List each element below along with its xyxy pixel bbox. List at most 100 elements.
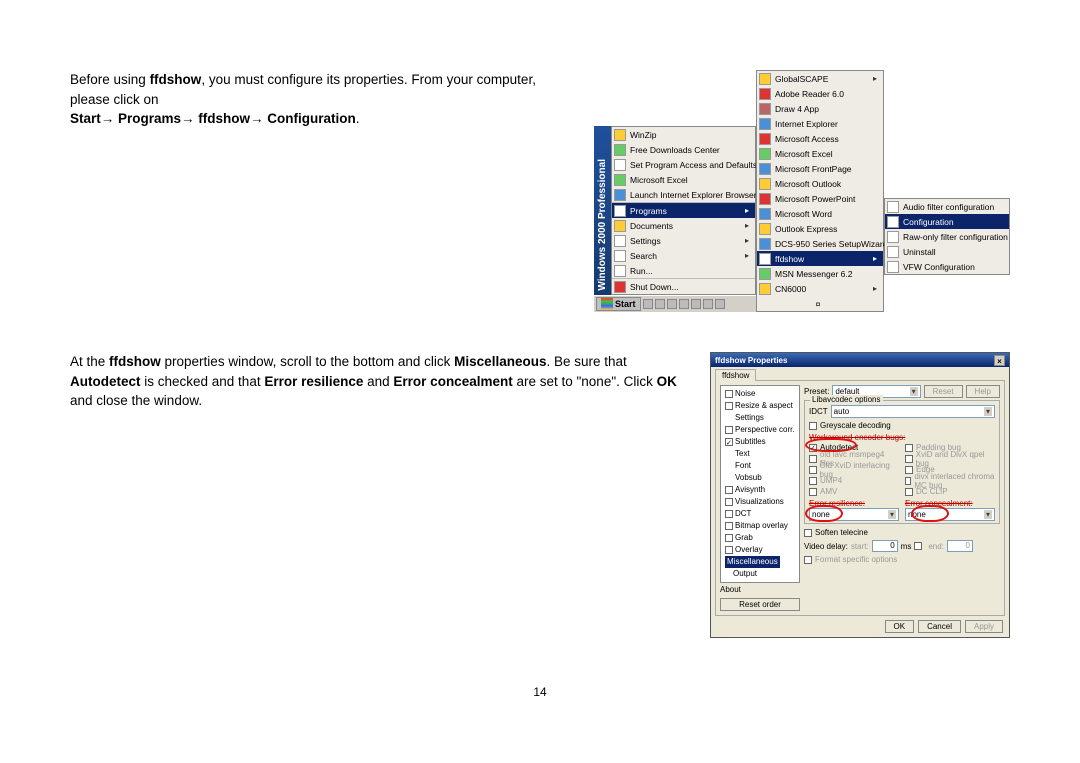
- app-icon: [759, 268, 771, 280]
- app-icon: [887, 216, 899, 228]
- checkbox-icon[interactable]: [725, 498, 733, 506]
- video-delay-label: Video delay:: [804, 542, 848, 551]
- menu-item-ffdshow[interactable]: ffdshow: [757, 251, 883, 266]
- workaround-label: Workaround encoder bugs:: [809, 433, 995, 442]
- checkbox-icon[interactable]: [725, 402, 733, 410]
- checkbox-icon[interactable]: [725, 486, 733, 494]
- check[interactable]: Old XviD interlacing bug: [809, 464, 899, 475]
- err-res-combo[interactable]: none: [809, 508, 899, 521]
- text-bold: Error resilience: [264, 374, 363, 389]
- end-check[interactable]: [914, 542, 922, 550]
- app-icon: [759, 88, 771, 100]
- section-1: Before using ffdshow, you must configure…: [70, 70, 1010, 312]
- format-options-check[interactable]: Format specific options: [804, 554, 1000, 565]
- err-con-combo[interactable]: none: [905, 508, 995, 521]
- greyscale-check[interactable]: Greyscale decoding: [809, 420, 995, 431]
- menu-item-programs[interactable]: Programs: [612, 203, 755, 218]
- menu-item[interactable]: Settings: [612, 233, 755, 248]
- ok-button[interactable]: OK: [885, 620, 915, 633]
- cancel-button[interactable]: Cancel: [918, 620, 961, 633]
- tray-icon[interactable]: [691, 299, 701, 309]
- app-icon: [614, 159, 626, 171]
- start-spin[interactable]: 0: [872, 540, 898, 552]
- checkbox-icon[interactable]: [725, 522, 733, 530]
- help-button[interactable]: Help: [966, 385, 1000, 398]
- menu-item[interactable]: MSN Messenger 6.2: [757, 266, 883, 281]
- tray-icon[interactable]: [655, 299, 665, 309]
- path-ffdshow: ffdshow: [195, 111, 251, 126]
- windows-icon: [601, 298, 613, 310]
- close-icon[interactable]: ×: [994, 355, 1005, 366]
- menu-item[interactable]: Free Downloads Center: [612, 142, 755, 157]
- start-button[interactable]: Start: [596, 297, 641, 311]
- check[interactable]: XviD and DivX qpel bug: [905, 453, 995, 464]
- path-programs: Programs: [114, 111, 181, 126]
- menu-item[interactable]: Adobe Reader 6.0: [757, 86, 883, 101]
- menu-expand[interactable]: ¤: [757, 296, 883, 311]
- menu-item[interactable]: Microsoft Outlook: [757, 176, 883, 191]
- checkbox-icon[interactable]: [725, 510, 733, 518]
- tree-about[interactable]: About: [720, 585, 800, 594]
- menu-item[interactable]: CN6000: [757, 281, 883, 296]
- settings-tree[interactable]: Noise Resize & aspect Settings Perspecti…: [720, 385, 800, 583]
- menu-item[interactable]: Documents: [612, 218, 755, 233]
- soft-telecine-check[interactable]: Soften telecine: [804, 527, 1000, 538]
- menu-item[interactable]: WinZip: [612, 127, 755, 142]
- app-icon: [614, 129, 626, 141]
- menu-item[interactable]: Microsoft Word: [757, 206, 883, 221]
- reset-button[interactable]: Reset: [924, 385, 963, 398]
- tree-item-miscellaneous[interactable]: Miscellaneous: [725, 556, 780, 568]
- apply-button[interactable]: Apply: [965, 620, 1003, 633]
- text: are set to "none". Click: [513, 374, 657, 389]
- menu-item[interactable]: DCS-950 Series SetupWizard: [757, 236, 883, 251]
- tray-icon[interactable]: [715, 299, 725, 309]
- checkbox-icon[interactable]: [725, 390, 733, 398]
- screenshot-properties-dialog: ffdshow Properties × ffdshow Noise Resiz…: [710, 352, 1010, 638]
- reset-order-button[interactable]: Reset order: [720, 598, 800, 611]
- search-icon: [614, 250, 626, 262]
- menu-item[interactable]: Internet Explorer: [757, 116, 883, 131]
- check[interactable]: divx interlaced chroma MC bug: [905, 475, 995, 486]
- menu-item[interactable]: Microsoft Access: [757, 131, 883, 146]
- check[interactable]: AMV: [809, 486, 899, 497]
- checkbox-icon[interactable]: [725, 438, 733, 446]
- menu-item[interactable]: Microsoft FrontPage: [757, 161, 883, 176]
- menu-item[interactable]: Microsoft PowerPoint: [757, 191, 883, 206]
- app-icon: [887, 231, 899, 243]
- menu-item[interactable]: Search: [612, 248, 755, 263]
- tray-icon[interactable]: [643, 299, 653, 309]
- menu-item[interactable]: Draw 4 App: [757, 101, 883, 116]
- menu-item[interactable]: Set Program Access and Defaults: [612, 157, 755, 172]
- menu-item[interactable]: Raw-only filter configuration: [885, 229, 1009, 244]
- menu-item[interactable]: Audio filter configuration: [885, 199, 1009, 214]
- start-sidebar: Windows 2000 Professional: [594, 126, 611, 295]
- tray-icon[interactable]: [703, 299, 713, 309]
- checkbox-icon[interactable]: [725, 534, 733, 542]
- menu-item[interactable]: Microsoft Excel: [612, 172, 755, 187]
- checkbox-icon[interactable]: [725, 426, 733, 434]
- paragraph-1: Before using ffdshow, you must configure…: [70, 70, 574, 312]
- end-spin[interactable]: 0: [947, 540, 973, 552]
- folder-icon: [614, 205, 626, 217]
- app-icon: [887, 201, 899, 213]
- text: .: [356, 111, 360, 126]
- menu-item[interactable]: VFW Configuration: [885, 259, 1009, 274]
- app-icon: [759, 238, 771, 250]
- menu-item[interactable]: Microsoft Excel: [757, 146, 883, 161]
- menu-item[interactable]: Run...: [612, 263, 755, 278]
- idct-combo[interactable]: auto: [831, 405, 995, 418]
- ms-label: ms: [901, 542, 912, 551]
- path-config: Configuration: [264, 111, 356, 126]
- menu-item[interactable]: GlobalSCAPE: [757, 71, 883, 86]
- checkbox-icon[interactable]: [725, 546, 733, 554]
- text-bold: OK: [657, 374, 677, 389]
- menu-item[interactable]: Launch Internet Explorer Browser: [612, 187, 755, 202]
- tab-ffdshow[interactable]: ffdshow: [715, 369, 756, 381]
- menu-item[interactable]: Uninstall: [885, 244, 1009, 259]
- app-icon: [614, 174, 626, 186]
- menu-item[interactable]: Shut Down...: [612, 279, 755, 294]
- menu-item[interactable]: Outlook Express: [757, 221, 883, 236]
- menu-item-configuration[interactable]: Configuration: [885, 214, 1009, 229]
- tray-icon[interactable]: [679, 299, 689, 309]
- tray-icon[interactable]: [667, 299, 677, 309]
